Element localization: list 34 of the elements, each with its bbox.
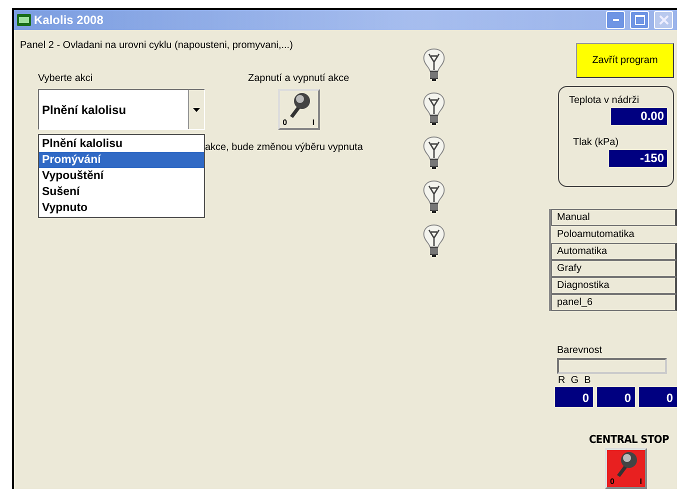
- minimize-button[interactable]: [606, 11, 625, 29]
- panel-label: Panel 2 - Ovladani na urovni cyklu (napousteni, promyvani,...): [20, 40, 294, 51]
- toggle-icon: [614, 451, 638, 477]
- panel-tab[interactable]: Diagnostika: [551, 277, 677, 294]
- central-stop-label: CENTRAL STOP: [588, 433, 669, 446]
- window-title: Kalolis 2008: [34, 13, 104, 27]
- panel-tab[interactable]: Grafy: [551, 260, 677, 277]
- reading-value: -150: [609, 150, 667, 167]
- panel-tab[interactable]: panel_6: [551, 294, 677, 311]
- channel-value: 0: [555, 387, 593, 407]
- close-icon: [658, 15, 668, 25]
- close-button[interactable]: [654, 11, 673, 29]
- app-icon: [17, 14, 31, 26]
- select-label: Vyberte akci: [38, 73, 94, 84]
- action-dropdown[interactable]: Plnění kalolisu: [38, 89, 205, 130]
- reading-label: Teplota v nádrži: [569, 95, 640, 106]
- maximize-icon: [634, 15, 644, 25]
- note-text: akce, bude změnou výběru vypnuta: [205, 142, 364, 153]
- channels-label: R G B: [558, 375, 591, 386]
- toggle-switch[interactable]: 0 I: [278, 89, 320, 130]
- central-stop-switch[interactable]: 0 I: [605, 448, 647, 489]
- reading-label: Tlak (kPa): [573, 137, 620, 148]
- close-program-button[interactable]: Zavřít program: [576, 43, 674, 78]
- minimize-icon: [612, 19, 618, 21]
- caret-icon: [193, 108, 200, 112]
- channel-value: 0: [597, 387, 635, 407]
- maximize-button[interactable]: [630, 11, 649, 29]
- reading-value: 0.00: [611, 108, 667, 125]
- channel-value: 0: [639, 387, 677, 407]
- switch-label: Zapnutí a vypnutí akce: [248, 73, 350, 84]
- panel-tab[interactable]: Automatika: [551, 243, 677, 260]
- panel-tab[interactable]: Manual: [551, 209, 677, 226]
- dropdown-option[interactable]: Promývání: [39, 152, 204, 168]
- color-label: Barevnost: [557, 345, 604, 356]
